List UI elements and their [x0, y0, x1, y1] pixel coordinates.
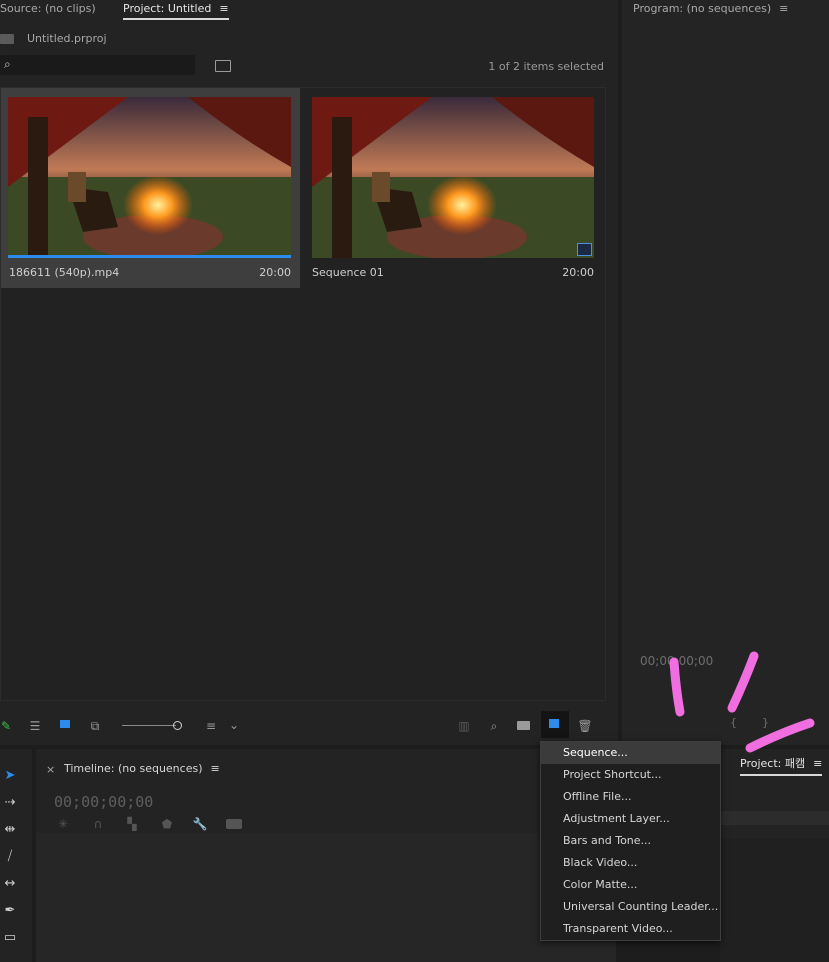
pink-annotation: [669, 651, 815, 753]
